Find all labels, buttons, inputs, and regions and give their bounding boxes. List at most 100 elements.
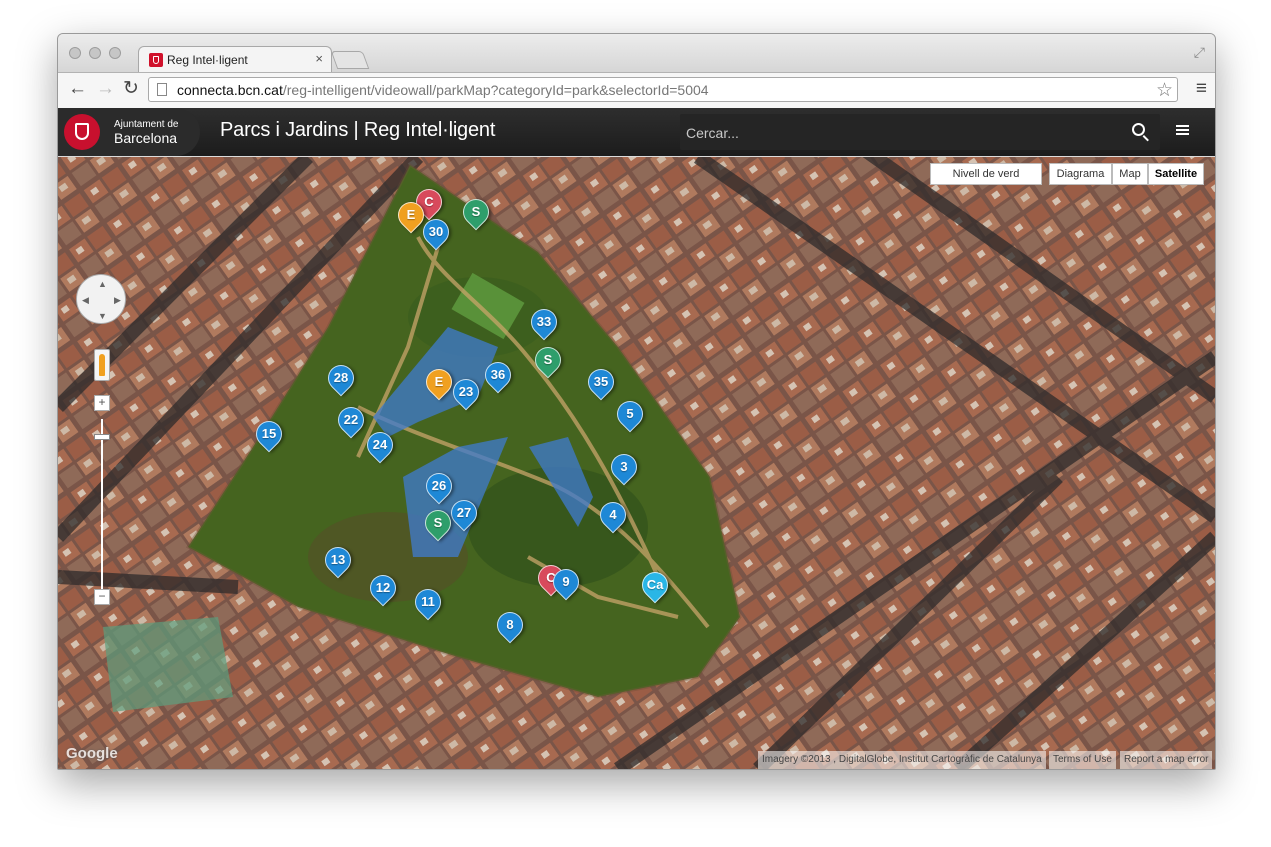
zoom-out-button[interactable]: −: [94, 589, 110, 605]
map-marker[interactable]: S: [457, 193, 495, 233]
pan-left-icon[interactable]: ◀: [82, 295, 89, 306]
map-marker-label: S: [543, 352, 553, 367]
pan-down-icon[interactable]: ▼: [98, 311, 107, 321]
search-box: [680, 114, 1160, 150]
map-marker[interactable]: 27: [445, 494, 483, 534]
url-text[interactable]: connecta.bcn.cat/reg-intelligent/videowa…: [177, 82, 709, 98]
map-marker-label: 5: [626, 406, 634, 421]
map-marker-label: S: [433, 515, 443, 530]
logo-big-text: Barcelona: [114, 130, 178, 146]
map-type-satellite[interactable]: Satellite: [1148, 163, 1204, 185]
map-marker-label: 9: [562, 574, 570, 589]
map-marker[interactable]: 22: [332, 401, 370, 441]
url-host: connecta.bcn.cat: [177, 82, 283, 98]
browser-window: Reg Intel·ligent × ⤢ ← → ↻ connecta.bcn.…: [57, 33, 1216, 770]
logo-small-text: Ajuntament de: [114, 119, 179, 130]
barcelona-shield-icon: [64, 114, 100, 150]
terms-of-use-link[interactable]: Terms of Use: [1049, 751, 1116, 769]
map-type-diagrama[interactable]: Diagrama: [1049, 163, 1112, 185]
map-marker[interactable]: E: [420, 363, 458, 403]
address-bar[interactable]: connecta.bcn.cat/reg-intelligent/videowa…: [148, 77, 1178, 102]
tab-close-icon[interactable]: ×: [315, 51, 323, 66]
close-window-button[interactable]: [69, 47, 81, 59]
map-marker-label: 22: [343, 412, 359, 427]
map-marker[interactable]: S: [529, 341, 567, 381]
map-marker-label: 12: [375, 580, 391, 595]
map-marker-label: 11: [421, 594, 435, 609]
ajuntament-logo[interactable]: Ajuntament de Barcelona: [58, 108, 200, 156]
forward-arrow-icon[interactable]: →: [96, 79, 115, 99]
map-type-map[interactable]: Map: [1112, 163, 1148, 185]
map-marker[interactable]: 8: [491, 606, 529, 646]
map-marker-label: 28: [333, 370, 349, 385]
map-marker-label: 36: [490, 367, 506, 382]
map-marker-label: 35: [593, 374, 609, 389]
map-marker[interactable]: 36: [479, 356, 517, 396]
pegman-icon[interactable]: [94, 349, 110, 381]
browser-menu-icon[interactable]: ≡: [1196, 78, 1207, 100]
pan-control[interactable]: ▲ ▼ ◀ ▶: [76, 274, 126, 324]
map-marker-label: 30: [428, 224, 444, 239]
page-title: Parcs i Jardins | Reg Intel·ligent: [220, 119, 496, 141]
fullscreen-icon[interactable]: ⤢: [1194, 44, 1205, 61]
map-marker[interactable]: 35: [582, 363, 620, 403]
map-marker-label: E: [434, 374, 444, 389]
hamburger-menu-icon[interactable]: [1176, 125, 1189, 127]
map-marker[interactable]: 15: [250, 415, 288, 455]
browser-tab[interactable]: Reg Intel·ligent ×: [138, 46, 332, 74]
map-marker[interactable]: 4: [594, 496, 632, 536]
app-header: Ajuntament de Barcelona Parcs i Jardins …: [58, 108, 1215, 156]
search-icon[interactable]: [1132, 123, 1145, 136]
tab-title: Reg Intel·ligent: [167, 53, 248, 67]
zoom-window-button[interactable]: [109, 47, 121, 59]
map-marker-label: 33: [536, 314, 552, 329]
map-marker[interactable]: 9: [547, 563, 585, 603]
reload-icon[interactable]: ↻: [123, 79, 139, 99]
back-arrow-icon[interactable]: ←: [68, 79, 87, 99]
map-marker[interactable]: S: [419, 504, 457, 544]
minimize-window-button[interactable]: [89, 47, 101, 59]
map-marker[interactable]: 30: [417, 213, 455, 253]
map-marker-label: 23: [458, 384, 474, 399]
pan-right-icon[interactable]: ▶: [114, 295, 121, 306]
map-marker[interactable]: 26: [420, 467, 458, 507]
map-marker-label: 27: [456, 505, 472, 520]
map-marker-label: 8: [506, 617, 514, 632]
map-marker[interactable]: 12: [364, 569, 402, 609]
new-tab-button[interactable]: [330, 51, 370, 69]
zoom-slider-thumb[interactable]: [94, 434, 110, 440]
map-marker-label: Ca: [646, 577, 664, 592]
search-input[interactable]: [684, 120, 1108, 146]
map-marker[interactable]: 28: [322, 359, 360, 399]
browser-toolbar: ← → ↻ connecta.bcn.cat/reg-intelligent/v…: [58, 72, 1215, 109]
zoom-in-button[interactable]: +: [94, 395, 110, 411]
map-marker[interactable]: 5: [611, 395, 649, 435]
report-map-error-link[interactable]: Report a map error: [1120, 751, 1213, 769]
map-marker-label: 15: [261, 426, 277, 441]
map-marker-label: 13: [330, 552, 346, 567]
browser-titlebar: Reg Intel·ligent × ⤢: [58, 34, 1215, 74]
zoom-slider-track[interactable]: [101, 419, 103, 589]
bookmark-star-icon[interactable]: ☆: [1156, 79, 1173, 102]
barcelona-favicon-icon: [149, 53, 163, 67]
map-marker-label: 3: [620, 459, 628, 474]
map-marker[interactable]: 33: [525, 303, 563, 343]
map-marker-label: 26: [431, 478, 447, 493]
page-icon: [157, 83, 167, 96]
map-marker-label: S: [471, 204, 481, 219]
nivell-de-verd-control[interactable]: Nivell de verd: [930, 163, 1042, 185]
map-marker[interactable]: 11: [409, 583, 447, 623]
map-marker-label: 4: [609, 507, 617, 522]
map-marker[interactable]: 24: [361, 426, 399, 466]
map-marker-label: 24: [372, 437, 388, 452]
map-marker[interactable]: 23: [447, 373, 485, 413]
map-marker[interactable]: 3: [605, 448, 643, 488]
map-marker[interactable]: Ca: [636, 566, 674, 606]
pan-up-icon[interactable]: ▲: [98, 279, 107, 289]
map-view[interactable]: Nivell de verd Diagrama Map Satellite ▲ …: [58, 157, 1215, 769]
google-logo: Google: [66, 745, 118, 762]
url-path: /reg-intelligent/videowall/parkMap?categ…: [282, 82, 709, 98]
imagery-attribution: Imagery ©2013 , DigitalGlobe, Institut C…: [758, 751, 1046, 769]
map-marker[interactable]: 13: [319, 541, 357, 581]
map-marker-label: E: [406, 207, 416, 222]
